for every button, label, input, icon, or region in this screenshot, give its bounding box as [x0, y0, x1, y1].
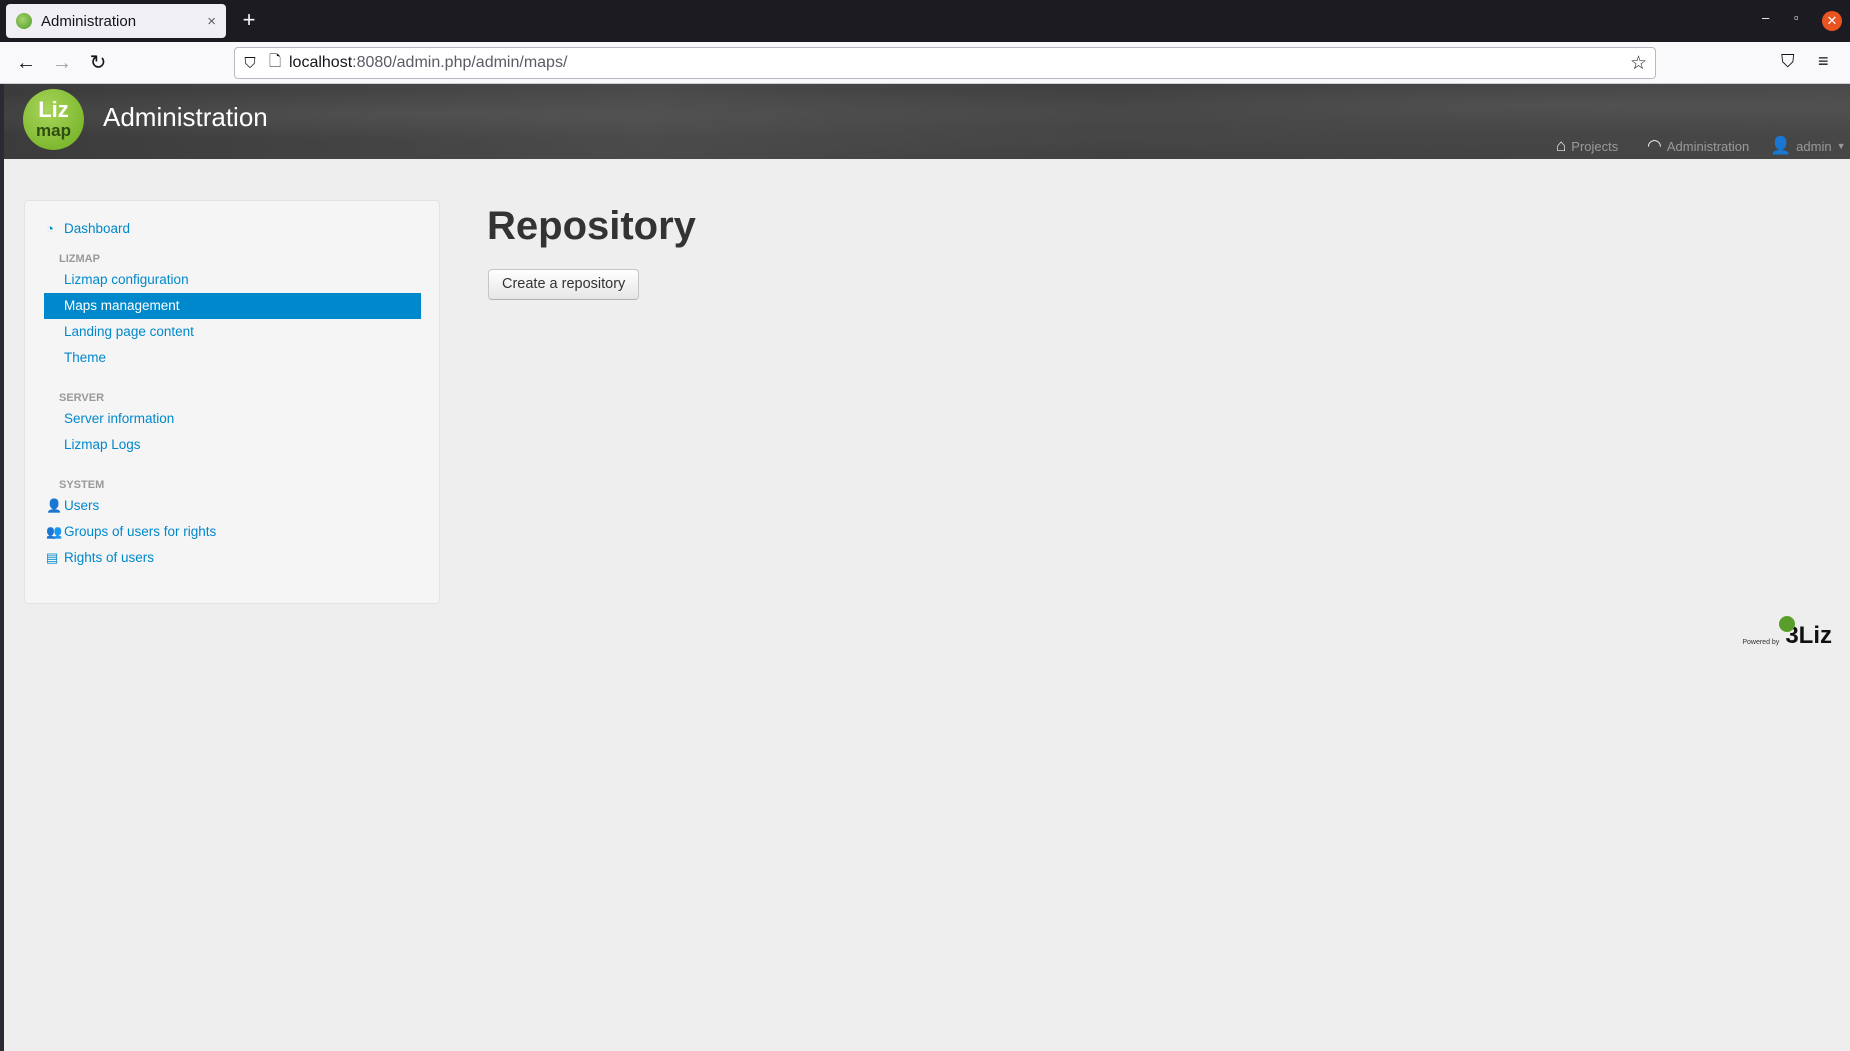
- shield-icon[interactable]: ⛉: [235, 55, 265, 72]
- sidebar-item-label: Groups of users for rights: [64, 524, 217, 539]
- sidebar-item-server-information[interactable]: Server information: [44, 406, 421, 432]
- new-tab-icon[interactable]: +: [236, 8, 262, 34]
- sidebar-item-lizmap-logs[interactable]: Lizmap Logs: [44, 432, 421, 458]
- sidebar-item-label: Lizmap configuration: [64, 272, 189, 287]
- bookmark-star-icon[interactable]: ☆: [1630, 52, 1647, 75]
- browser-tab-bar: Administration × + – ▫ ✕: [0, 0, 1850, 42]
- sidebar-section-system: SYSTEM: [59, 479, 105, 491]
- sidebar-item-label: Rights of users: [64, 550, 155, 565]
- sidebar-section-server: SERVER: [59, 392, 105, 404]
- sidebar-item-landing-page-content[interactable]: Landing page content: [44, 319, 421, 345]
- nav-user-label: admin: [1796, 138, 1832, 154]
- sidebar-item-label: Server information: [64, 411, 175, 426]
- nav-projects-label: Projects: [1571, 138, 1619, 154]
- page: Liz map Administration ⌂ Projects ◠ Admi…: [4, 84, 1850, 1051]
- sidebar-item-label: Lizmap Logs: [64, 437, 141, 452]
- powered-by-footer[interactable]: Powered by 3Liz: [1742, 616, 1832, 650]
- brand-logo: 3Liz: [1779, 616, 1832, 650]
- rights-icon: ▤: [46, 550, 59, 565]
- nav-administration-label: Administration: [1666, 138, 1750, 154]
- create-repository-button[interactable]: Create a repository: [488, 269, 640, 300]
- tab-close-icon[interactable]: ×: [207, 13, 216, 30]
- forward-icon[interactable]: →: [49, 50, 75, 76]
- sidebar-item-users[interactable]: 👤 Users: [44, 493, 421, 519]
- window-close-icon[interactable]: ✕: [1822, 11, 1842, 31]
- browser-tab[interactable]: Administration ×: [6, 4, 226, 38]
- address-bar[interactable]: ⛉ 🗋 localhost:8080/admin.php/admin/maps/…: [234, 47, 1656, 79]
- minimize-icon[interactable]: –: [1762, 10, 1769, 25]
- app-title: Administration: [103, 102, 268, 132]
- url-host: localhost: [289, 54, 353, 71]
- user-icon: 👤: [1770, 136, 1792, 155]
- logo-text-bottom: map: [36, 121, 71, 140]
- home-icon: ⌂: [1556, 136, 1567, 155]
- dashboard-icon: ◔: [46, 221, 54, 236]
- nav-administration[interactable]: ◠ Administration: [1647, 136, 1749, 156]
- nav-projects[interactable]: ⌂ Projects: [1556, 136, 1618, 156]
- dashboard-gauge-icon: ◠: [1647, 136, 1662, 155]
- tab-title: Administration: [41, 12, 137, 30]
- sidebar-item-label: Dashboard: [64, 221, 131, 236]
- url-text[interactable]: localhost:8080/admin.php/admin/maps/: [289, 54, 567, 72]
- sidebar-item-maps-management[interactable]: Maps management: [44, 293, 421, 319]
- sidebar-item-label: Theme: [64, 350, 107, 365]
- site-header: Liz map Administration ⌂ Projects ◠ Admi…: [4, 84, 1850, 159]
- pocket-icon[interactable]: ⛉: [1781, 51, 1795, 72]
- admin-sidebar: ◔ Dashboard LIZMAP Lizmap configuration …: [24, 200, 440, 604]
- sidebar-item-lizmap-configuration[interactable]: Lizmap configuration: [44, 267, 421, 293]
- url-path: :8080/admin.php/admin/maps/: [352, 54, 568, 71]
- group-icon: 👥: [46, 524, 63, 539]
- sidebar-item-groups[interactable]: 👥 Groups of users for rights: [44, 519, 421, 545]
- sidebar-item-theme[interactable]: Theme: [44, 345, 421, 371]
- sidebar-item-label: Users: [64, 498, 100, 513]
- caret-down-icon: ▼: [1836, 141, 1846, 151]
- browser-navigation-bar: ← → ↻ ⛉ 🗋 localhost:8080/admin.php/admin…: [0, 42, 1850, 84]
- sidebar-item-label: Maps management: [64, 298, 180, 313]
- powered-by-label: Powered by: [1742, 638, 1780, 646]
- logo-text-top: Liz: [38, 97, 69, 122]
- tab-favicon-icon: [16, 13, 32, 29]
- back-icon[interactable]: ←: [13, 50, 39, 76]
- lizmap-logo[interactable]: Liz map: [23, 89, 84, 150]
- page-title: Repository: [487, 204, 696, 248]
- nav-user-menu[interactable]: 👤 admin ▼: [1770, 136, 1846, 156]
- user-icon: 👤: [46, 498, 63, 513]
- sidebar-item-rights[interactable]: ▤ Rights of users: [44, 545, 421, 571]
- sidebar-section-lizmap: LIZMAP: [59, 253, 100, 265]
- menu-icon[interactable]: ≡: [1818, 51, 1829, 72]
- sidebar-item-label: Landing page content: [64, 324, 194, 339]
- sidebar-item-dashboard[interactable]: ◔ Dashboard: [44, 216, 421, 242]
- reload-icon[interactable]: ↻: [85, 50, 111, 76]
- page-icon: 🗋: [268, 52, 282, 70]
- restore-icon[interactable]: ▫: [1794, 10, 1799, 25]
